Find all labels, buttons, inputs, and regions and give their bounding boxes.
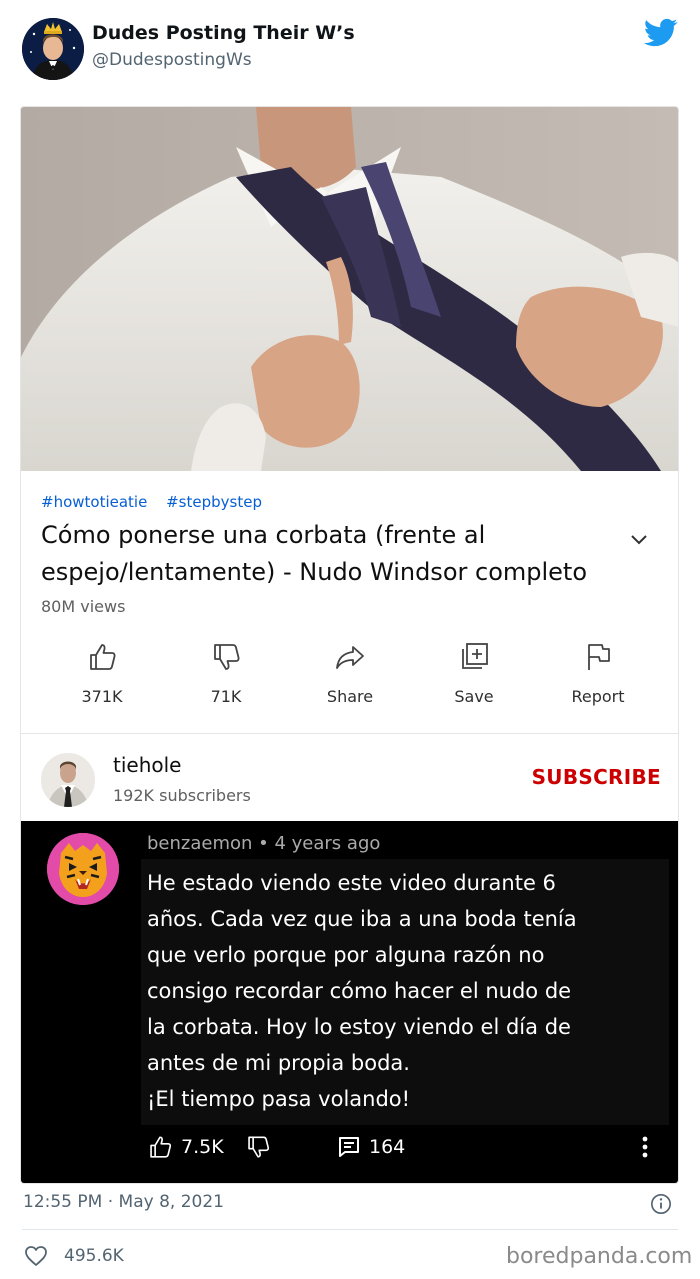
report-button[interactable]: Report	[548, 641, 648, 721]
comment-line: ¡El tiempo pasa volando!	[147, 1087, 411, 1111]
info-icon[interactable]	[650, 1193, 672, 1215]
embedded-screenshot: #howtotieatie #stepbystep Cómo ponerse u…	[20, 106, 679, 1184]
comment-body: He estado viendo este video durante 6 añ…	[141, 859, 669, 1125]
report-label: Report	[571, 687, 625, 706]
flag-icon	[588, 644, 610, 670]
channel-name[interactable]: tiehole	[113, 753, 181, 777]
save-playlist-icon	[462, 643, 488, 669]
comment-line: la corbata. Hoy lo estoy viendo el día d…	[147, 1015, 571, 1039]
heart-icon	[25, 1246, 47, 1266]
share-button[interactable]: Share	[300, 641, 400, 721]
tweet-like-count: 495.6K	[64, 1246, 124, 1266]
thumbs-down-icon	[214, 644, 240, 670]
hashtag-link[interactable]: #stepbystep	[166, 493, 262, 511]
video-thumbnail[interactable]	[21, 107, 678, 471]
comment-line: años. Cada vez que iba a una boda tenía	[147, 907, 577, 931]
tweet-timestamp[interactable]: 12:55 PM · May 8, 2021	[23, 1192, 224, 1212]
video-title-line: Cómo ponerse una corbata (frente al	[41, 521, 486, 549]
dislike-count: 71K	[210, 687, 242, 706]
profile-avatar[interactable]	[22, 18, 84, 80]
divider	[21, 733, 678, 734]
comment-line: antes de mi propia boda.	[147, 1051, 410, 1075]
channel-avatar[interactable]	[41, 753, 95, 807]
comment-line: He estado viendo este video durante 6	[147, 871, 556, 895]
tweet-like-button[interactable]: 495.6K	[24, 1244, 124, 1268]
divider	[22, 1229, 678, 1230]
subscriber-count: 192K subscribers	[113, 786, 251, 805]
comment-line: que verlo porque por alguna razón no	[147, 943, 545, 967]
comment-reply-button[interactable]: 164	[337, 1133, 405, 1161]
thumbs-up-icon	[150, 1136, 172, 1158]
comment-more-button[interactable]	[641, 1133, 657, 1161]
comment-like-button[interactable]: 7.5K	[147, 1133, 224, 1161]
comment-author-line[interactable]: benzaemon • 4 years ago	[147, 833, 380, 854]
like-button[interactable]: 371K	[52, 641, 152, 721]
watermark: boredpanda.com	[506, 1244, 693, 1269]
subscribe-button[interactable]: SUBSCRIBE	[521, 765, 661, 789]
comment-icon	[339, 1137, 359, 1157]
chevron-down-icon[interactable]	[627, 527, 651, 551]
comment-line: consigo recordar cómo hacer el nudo de	[147, 979, 572, 1003]
thumbs-down-icon	[248, 1136, 270, 1158]
save-button[interactable]: Save	[424, 641, 524, 721]
twitter-bird-icon[interactable]	[644, 18, 678, 48]
comment-like-count: 7.5K	[181, 1136, 224, 1158]
user-handle[interactable]: @DudespostingWs	[92, 50, 252, 70]
comment-panel: benzaemon • 4 years ago He estado viendo…	[21, 821, 678, 1183]
view-count: 80M views	[41, 597, 126, 616]
comment-reply-count: 164	[369, 1136, 406, 1158]
video-action-bar: 371K 71K Share Save Report	[21, 641, 678, 721]
video-title-line: espejo/lentamente) - Nudo Windsor comple…	[41, 558, 588, 586]
more-vertical-icon	[642, 1136, 648, 1158]
commenter-avatar[interactable]	[47, 833, 119, 905]
comment-dislike-button[interactable]	[245, 1133, 279, 1161]
share-label: Share	[326, 687, 374, 706]
thumbs-up-icon	[90, 644, 116, 670]
like-count: 371K	[81, 687, 123, 706]
tweet-header: Dudes Posting Their W’s @DudespostingWs	[0, 0, 700, 100]
share-icon	[336, 646, 364, 669]
comment-action-bar: 7.5K 164	[147, 1133, 667, 1163]
save-label: Save	[454, 687, 494, 706]
video-title: Cómo ponerse una corbata (frente al espe…	[41, 517, 641, 591]
dislike-button[interactable]: 71K	[176, 641, 276, 721]
display-name[interactable]: Dudes Posting Their W’s	[92, 22, 355, 44]
hashtag-link[interactable]: #howtotieatie	[41, 493, 147, 511]
hashtag-row: #howtotieatie #stepbystep	[41, 493, 276, 511]
